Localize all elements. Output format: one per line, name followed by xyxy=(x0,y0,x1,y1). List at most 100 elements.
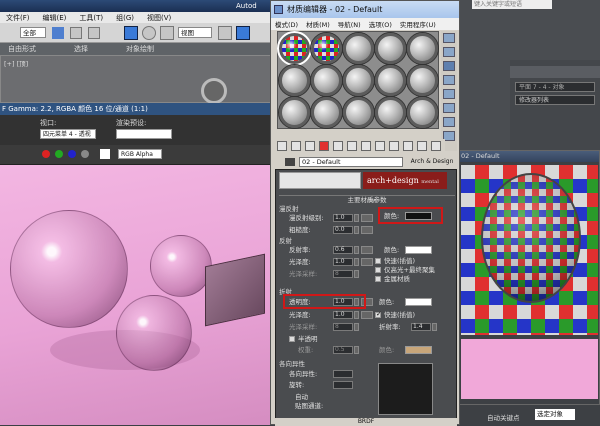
reflection-gloss-spinner[interactable]: 1.0 xyxy=(333,258,353,266)
select-region-icon[interactable] xyxy=(70,27,82,39)
menu-navigation[interactable]: 导航(N) xyxy=(338,19,361,29)
sample-slot[interactable] xyxy=(374,96,407,129)
material-name-field[interactable]: 02 - Default xyxy=(299,157,403,167)
reflection-color-swatch[interactable] xyxy=(405,246,432,254)
select-filter-dropdown[interactable]: 全部 xyxy=(20,27,46,38)
material-type-button[interactable]: Arch & Design xyxy=(408,157,456,167)
reflection-samples-spinner[interactable]: 8 xyxy=(333,270,353,278)
menu-mode[interactable]: 模式(D) xyxy=(275,19,298,29)
reference-coord-dropdown[interactable]: 视图 xyxy=(178,27,212,38)
reset-map-icon[interactable] xyxy=(319,141,329,151)
window-crossing-icon[interactable] xyxy=(88,27,100,39)
blue-channel-icon[interactable] xyxy=(68,150,76,158)
uv-tiling-icon[interactable] xyxy=(443,75,455,85)
sample-slot[interactable] xyxy=(310,32,343,65)
autokey-label[interactable]: 自动关键点 xyxy=(487,412,520,422)
refraction-color-swatch[interactable] xyxy=(405,298,432,306)
sample-slot[interactable] xyxy=(278,96,311,129)
template-dropdown[interactable] xyxy=(279,172,361,189)
menu-utilities[interactable]: 实用程序(U) xyxy=(400,19,436,29)
ribbon-tab-selection[interactable]: 选择 xyxy=(74,44,88,54)
translucency-checkbox[interactable] xyxy=(289,336,295,342)
pivot-icon[interactable] xyxy=(218,26,232,40)
sample-slot[interactable] xyxy=(278,64,311,97)
eyedropper-icon[interactable] xyxy=(285,158,295,166)
move-icon[interactable] xyxy=(124,26,138,40)
top-viewport[interactable]: [+] [顶] xyxy=(0,55,272,104)
object-name-field[interactable]: 平面 7 - 4 - 对象 xyxy=(515,82,595,92)
sample-slot[interactable] xyxy=(342,64,375,97)
ribbon-tab-paint[interactable]: 对象绘制 xyxy=(126,44,154,54)
spinner-arrows[interactable] xyxy=(354,246,359,254)
spinner-arrows[interactable] xyxy=(354,270,359,278)
map-button[interactable] xyxy=(361,311,373,319)
rotate-icon[interactable] xyxy=(142,26,156,40)
sample-slot[interactable] xyxy=(406,32,439,65)
get-material-icon[interactable] xyxy=(277,141,287,151)
viewport-label[interactable]: [+] [顶] xyxy=(4,58,28,68)
metal-checkbox[interactable] xyxy=(375,276,381,282)
green-channel-icon[interactable] xyxy=(55,150,63,158)
spinner-arrows[interactable] xyxy=(354,214,359,222)
alpha-channel-icon[interactable] xyxy=(81,150,89,158)
show-end-result-icon[interactable] xyxy=(403,141,413,151)
put-to-scene-icon[interactable] xyxy=(291,141,301,151)
sample-slot[interactable] xyxy=(310,96,343,129)
go-forward-sibling-icon[interactable] xyxy=(431,141,441,151)
spinner-arrows[interactable] xyxy=(354,346,359,354)
spinner-arrows[interactable] xyxy=(354,323,359,331)
fast-interp-checkbox[interactable] xyxy=(375,258,381,264)
sample-slot[interactable] xyxy=(342,32,375,65)
map-button[interactable] xyxy=(361,258,373,266)
highlights-fg-checkbox[interactable] xyxy=(375,267,381,273)
spinner-arrows[interactable] xyxy=(354,258,359,266)
refraction-gloss-spinner[interactable]: 1.0 xyxy=(333,311,353,319)
sample-slot[interactable] xyxy=(310,64,343,97)
menu-options[interactable]: 选项(O) xyxy=(369,19,392,29)
menu-material[interactable]: 材质(M) xyxy=(306,19,330,29)
modifier-list-dropdown[interactable]: 修改器列表 xyxy=(515,95,595,105)
copy-material-icon[interactable] xyxy=(333,141,343,151)
reflectivity-spinner[interactable]: 0.6 xyxy=(333,246,353,254)
map-button[interactable] xyxy=(361,226,373,234)
translucency-color-swatch[interactable] xyxy=(405,346,432,354)
auto-option[interactable]: 自动 xyxy=(295,393,308,401)
viewport-dropdown[interactable]: 四元菜单 4 - 透视 xyxy=(40,129,96,139)
background-icon[interactable] xyxy=(443,61,455,71)
show-map-icon[interactable] xyxy=(389,141,399,151)
ribbon-tab-freeform[interactable]: 自由形式 xyxy=(8,44,36,54)
red-channel-icon[interactable] xyxy=(42,150,50,158)
mono-icon[interactable] xyxy=(100,149,110,159)
channel-dropdown[interactable]: RGB Alpha xyxy=(118,149,162,159)
snap-toggle-icon[interactable] xyxy=(236,26,250,40)
spinner-arrows[interactable] xyxy=(354,311,359,319)
menu-edit[interactable]: 编辑(E) xyxy=(43,13,67,23)
menu-group[interactable]: 组(G) xyxy=(116,13,134,23)
sample-slot[interactable] xyxy=(406,96,439,129)
make-unique-icon[interactable] xyxy=(347,141,357,151)
make-preview-icon[interactable] xyxy=(443,103,455,113)
anisotropy-spinner[interactable] xyxy=(333,370,353,378)
diffuse-level-spinner[interactable]: 1.0 xyxy=(333,214,353,222)
map-channel-option[interactable]: 贴图通道: xyxy=(295,402,323,410)
rotation-spinner[interactable] xyxy=(333,381,353,389)
map-button[interactable] xyxy=(361,214,373,222)
put-to-library-icon[interactable] xyxy=(361,141,371,151)
menu-view[interactable]: 视图(V) xyxy=(147,13,171,23)
options-icon[interactable] xyxy=(443,117,455,127)
scale-icon[interactable] xyxy=(160,26,174,40)
map-button[interactable] xyxy=(361,246,373,254)
material-id-icon[interactable] xyxy=(375,141,385,151)
assign-to-selection-icon[interactable] xyxy=(305,141,315,151)
rollout-title[interactable]: 主要材质参数 xyxy=(279,195,455,204)
spinner-arrows[interactable] xyxy=(432,323,437,331)
sample-slot[interactable] xyxy=(374,64,407,97)
roughness-spinner[interactable]: 0.0 xyxy=(333,226,353,234)
translucency-weight-spinner[interactable]: 0.5 xyxy=(333,346,353,354)
go-to-parent-icon[interactable] xyxy=(417,141,427,151)
menu-tools[interactable]: 工具(T) xyxy=(79,13,103,23)
selected-dropdown[interactable]: 选定对象 xyxy=(535,409,575,420)
backlight-icon[interactable] xyxy=(443,47,455,57)
command-panel-tabs[interactable] xyxy=(510,66,600,78)
video-check-icon[interactable] xyxy=(443,89,455,99)
